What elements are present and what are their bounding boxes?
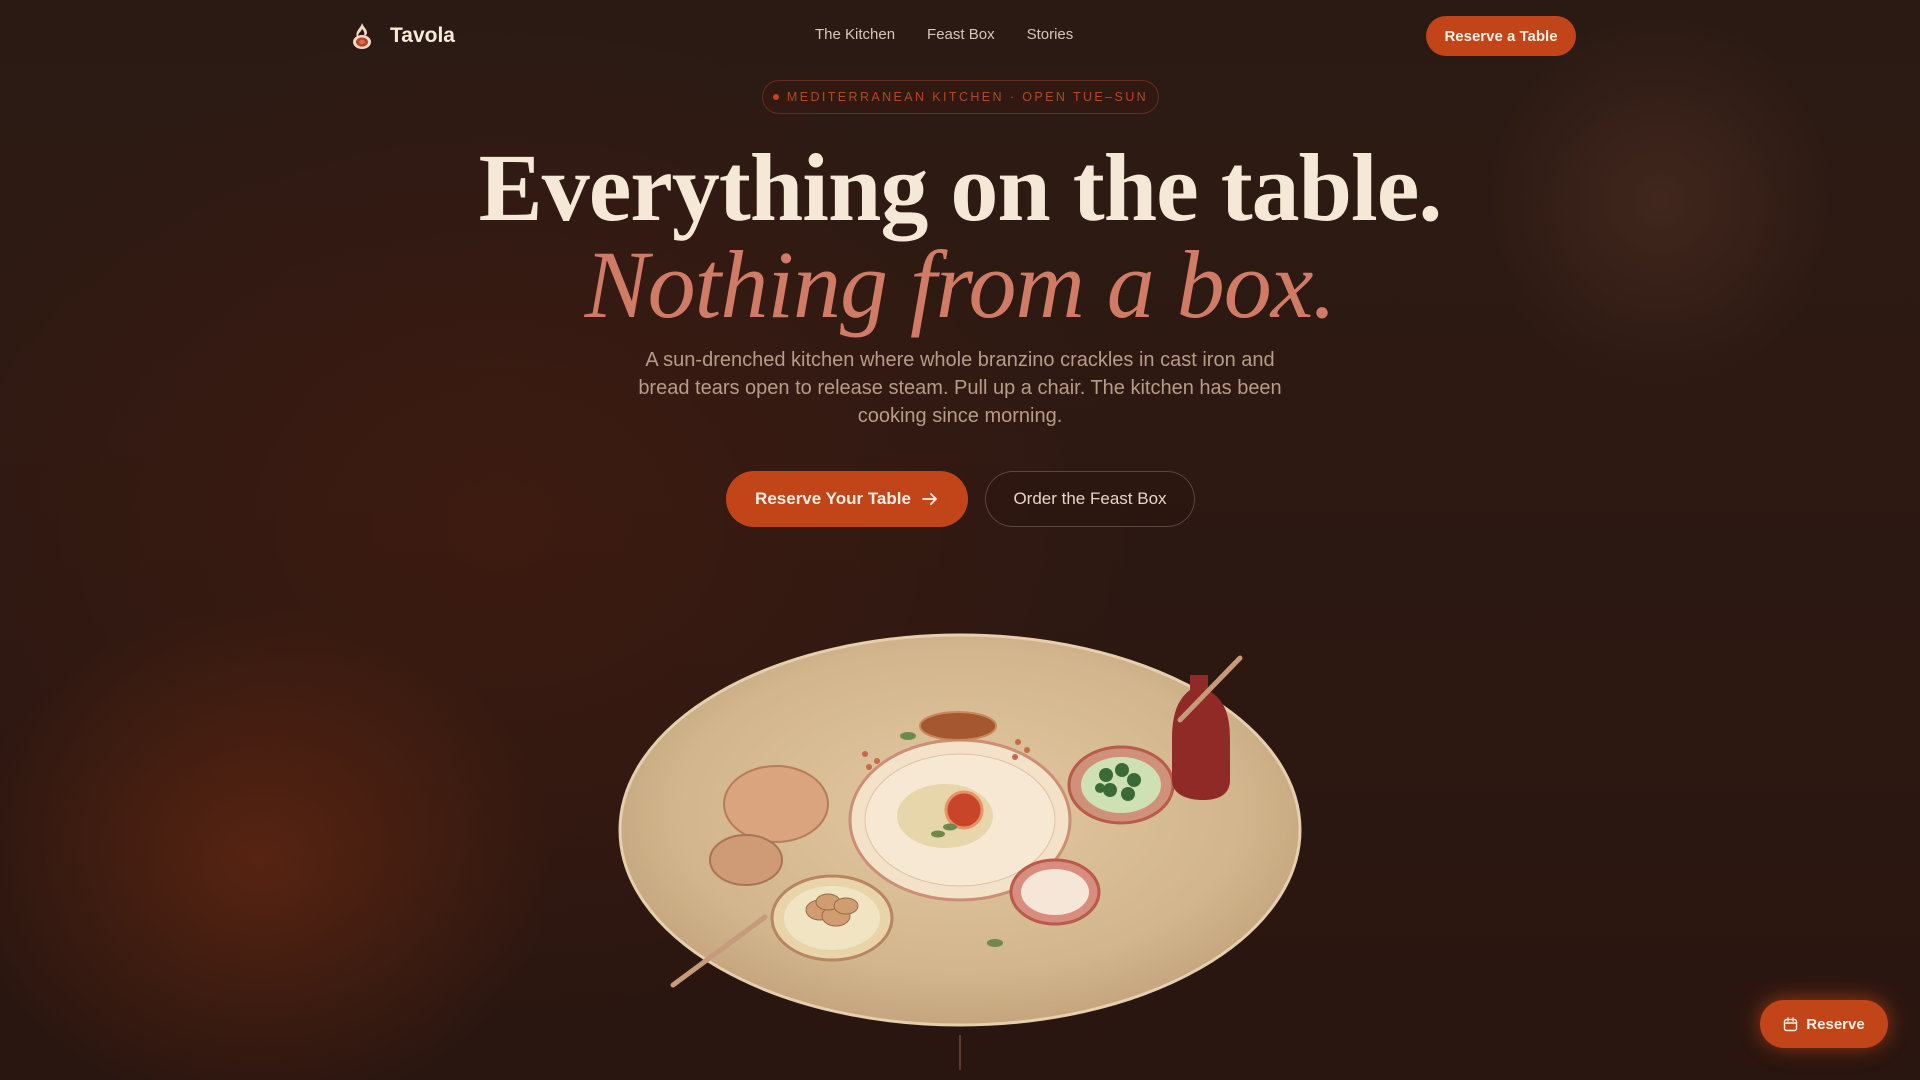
table-illustration <box>618 633 1302 1070</box>
arrow-right-icon <box>922 493 937 505</box>
hero-cta-row: Reserve Your Table Order the Feast Box <box>726 471 1195 527</box>
badge-text: MEDITERRANEAN KITCHEN · OPEN TUE–SUN <box>786 90 1149 104</box>
top-nav: Tavola The Kitchen Feast Box Stories Res… <box>0 0 1920 72</box>
dip-bowl-inner <box>1021 869 1089 915</box>
badge-dot-icon <box>772 94 779 100</box>
nav-link-the-kitchen[interactable]: The Kitchen <box>815 26 895 43</box>
order-feast-box-button[interactable]: Order the Feast Box <box>985 471 1195 527</box>
hero-badge: MEDITERRANEAN KITCHEN · OPEN TUE–SUN <box>762 80 1159 114</box>
bread-plate <box>723 765 829 843</box>
nav-links: The Kitchen Feast Box Stories <box>815 26 1073 43</box>
reserve-your-table-button[interactable]: Reserve Your Table <box>726 471 968 527</box>
tomato <box>944 790 984 830</box>
sauce-bowl <box>919 711 997 741</box>
nav-link-stories[interactable]: Stories <box>1027 26 1074 43</box>
bread-roll <box>709 834 783 886</box>
floating-reserve-button[interactable]: Reserve <box>1760 1000 1888 1048</box>
hero-lead: A sun-drenched kitchen where whole branz… <box>638 349 1282 427</box>
floating-reserve-label: Reserve <box>1806 1015 1865 1033</box>
hero-headline: Everything on the table. <box>478 134 1443 241</box>
calendar-icon <box>1784 1016 1798 1031</box>
hero-headline-italic: Nothing from a box. <box>584 231 1337 338</box>
brand[interactable]: Tavola <box>348 20 455 52</box>
brand-name: Tavola <box>390 24 455 47</box>
reserve-table-nav-button[interactable]: Reserve a Table <box>1426 16 1576 56</box>
nav-link-feast-box[interactable]: Feast Box <box>927 26 995 43</box>
reserve-your-table-label: Reserve Your Table <box>755 489 911 508</box>
flame-pot-icon <box>353 23 371 49</box>
